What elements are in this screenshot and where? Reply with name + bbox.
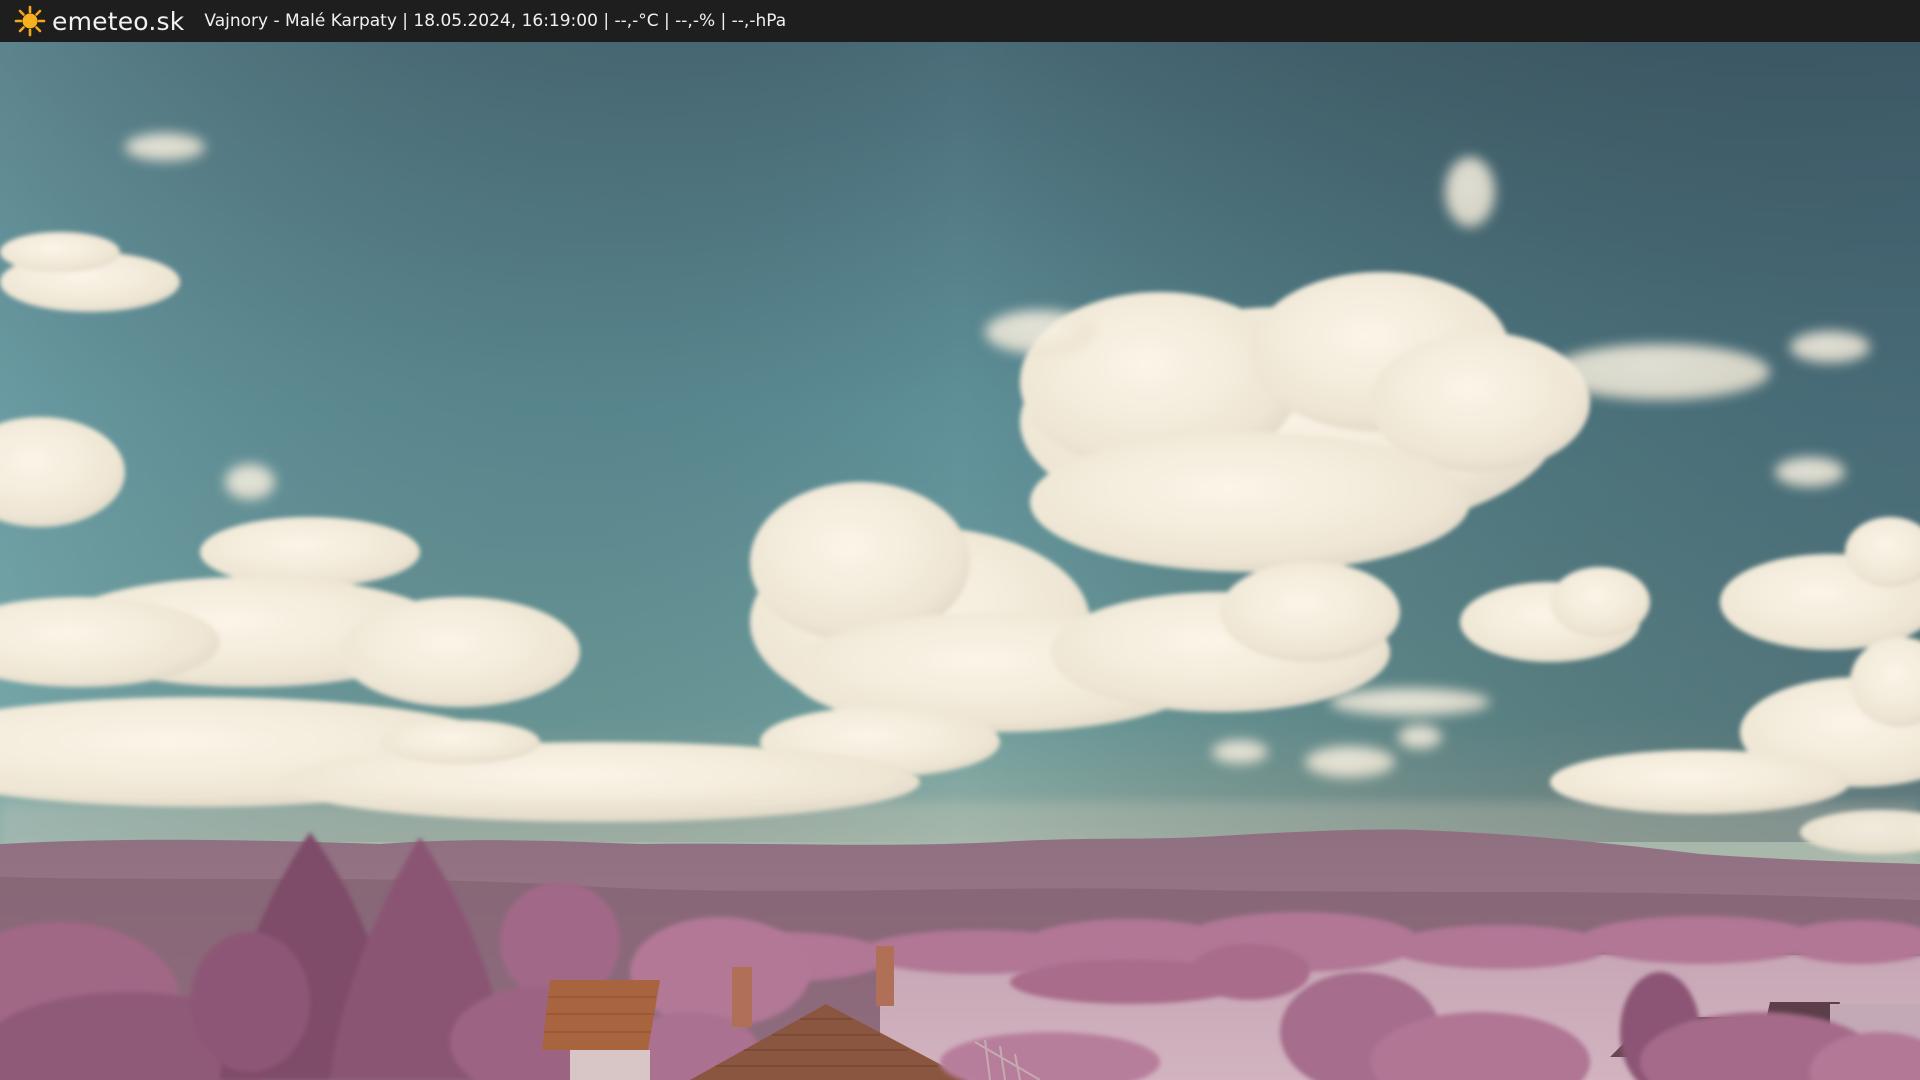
webcam-image [0, 42, 1920, 1080]
webcam-caption: Vajnory - Malé Karpaty | 18.05.2024, 16:… [204, 11, 787, 31]
brand-name: emeteo.sk [52, 6, 185, 36]
brand[interactable]: emeteo.sk [14, 5, 184, 37]
sun-icon [14, 5, 46, 37]
top-bar: emeteo.sk Vajnory - Malé Karpaty | 18.05… [0, 0, 1920, 42]
